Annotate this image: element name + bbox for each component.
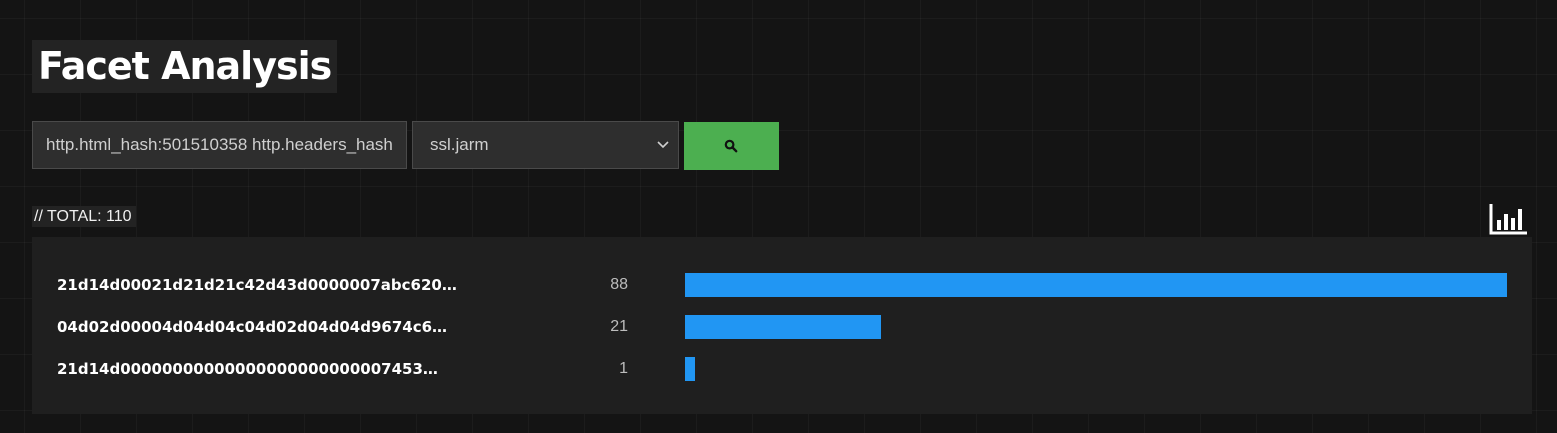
facet-results-panel: 21d14d00021d21d21c42d43d0000007abc620… 8… — [32, 237, 1532, 414]
facet-value-link[interactable]: 21d14d00000000000000000000000007453… — [57, 354, 500, 384]
facet-value-link[interactable]: 04d02d00004d04d04c04d02d04d04d9674c6… — [57, 312, 500, 342]
search-button[interactable] — [684, 122, 779, 170]
facet-count: 21 — [610, 318, 628, 335]
facet-bar — [685, 315, 881, 339]
facet-select[interactable]: ssl.jarm — [412, 121, 679, 169]
page-title: Facet Analysis — [32, 40, 338, 93]
facet-select-value: ssl.jarm — [430, 135, 489, 154]
facet-count: 1 — [619, 360, 628, 377]
chevron-down-icon — [657, 141, 669, 149]
bar-chart-icon[interactable] — [1488, 202, 1528, 236]
facet-value-link[interactable]: 21d14d00021d21d21c42d43d0000007abc620… — [57, 270, 500, 300]
search-icon — [724, 139, 738, 153]
facet-row: 21d14d00000000000000000000000007453… 1 — [32, 354, 1532, 384]
facet-count: 88 — [610, 276, 628, 293]
facet-row: 21d14d00021d21d21c42d43d0000007abc620… 8… — [32, 270, 1532, 300]
facet-bar — [685, 273, 1507, 297]
facet-bar — [685, 357, 695, 381]
facet-row: 04d02d00004d04d04c04d02d04d04d9674c6… 21 — [32, 312, 1532, 342]
total-count-label: // TOTAL: 110 — [32, 206, 136, 227]
search-query-input[interactable] — [32, 121, 407, 169]
facet-analysis-page: Facet Analysis ssl.jarm // TOTAL: 110 21… — [0, 0, 1557, 433]
